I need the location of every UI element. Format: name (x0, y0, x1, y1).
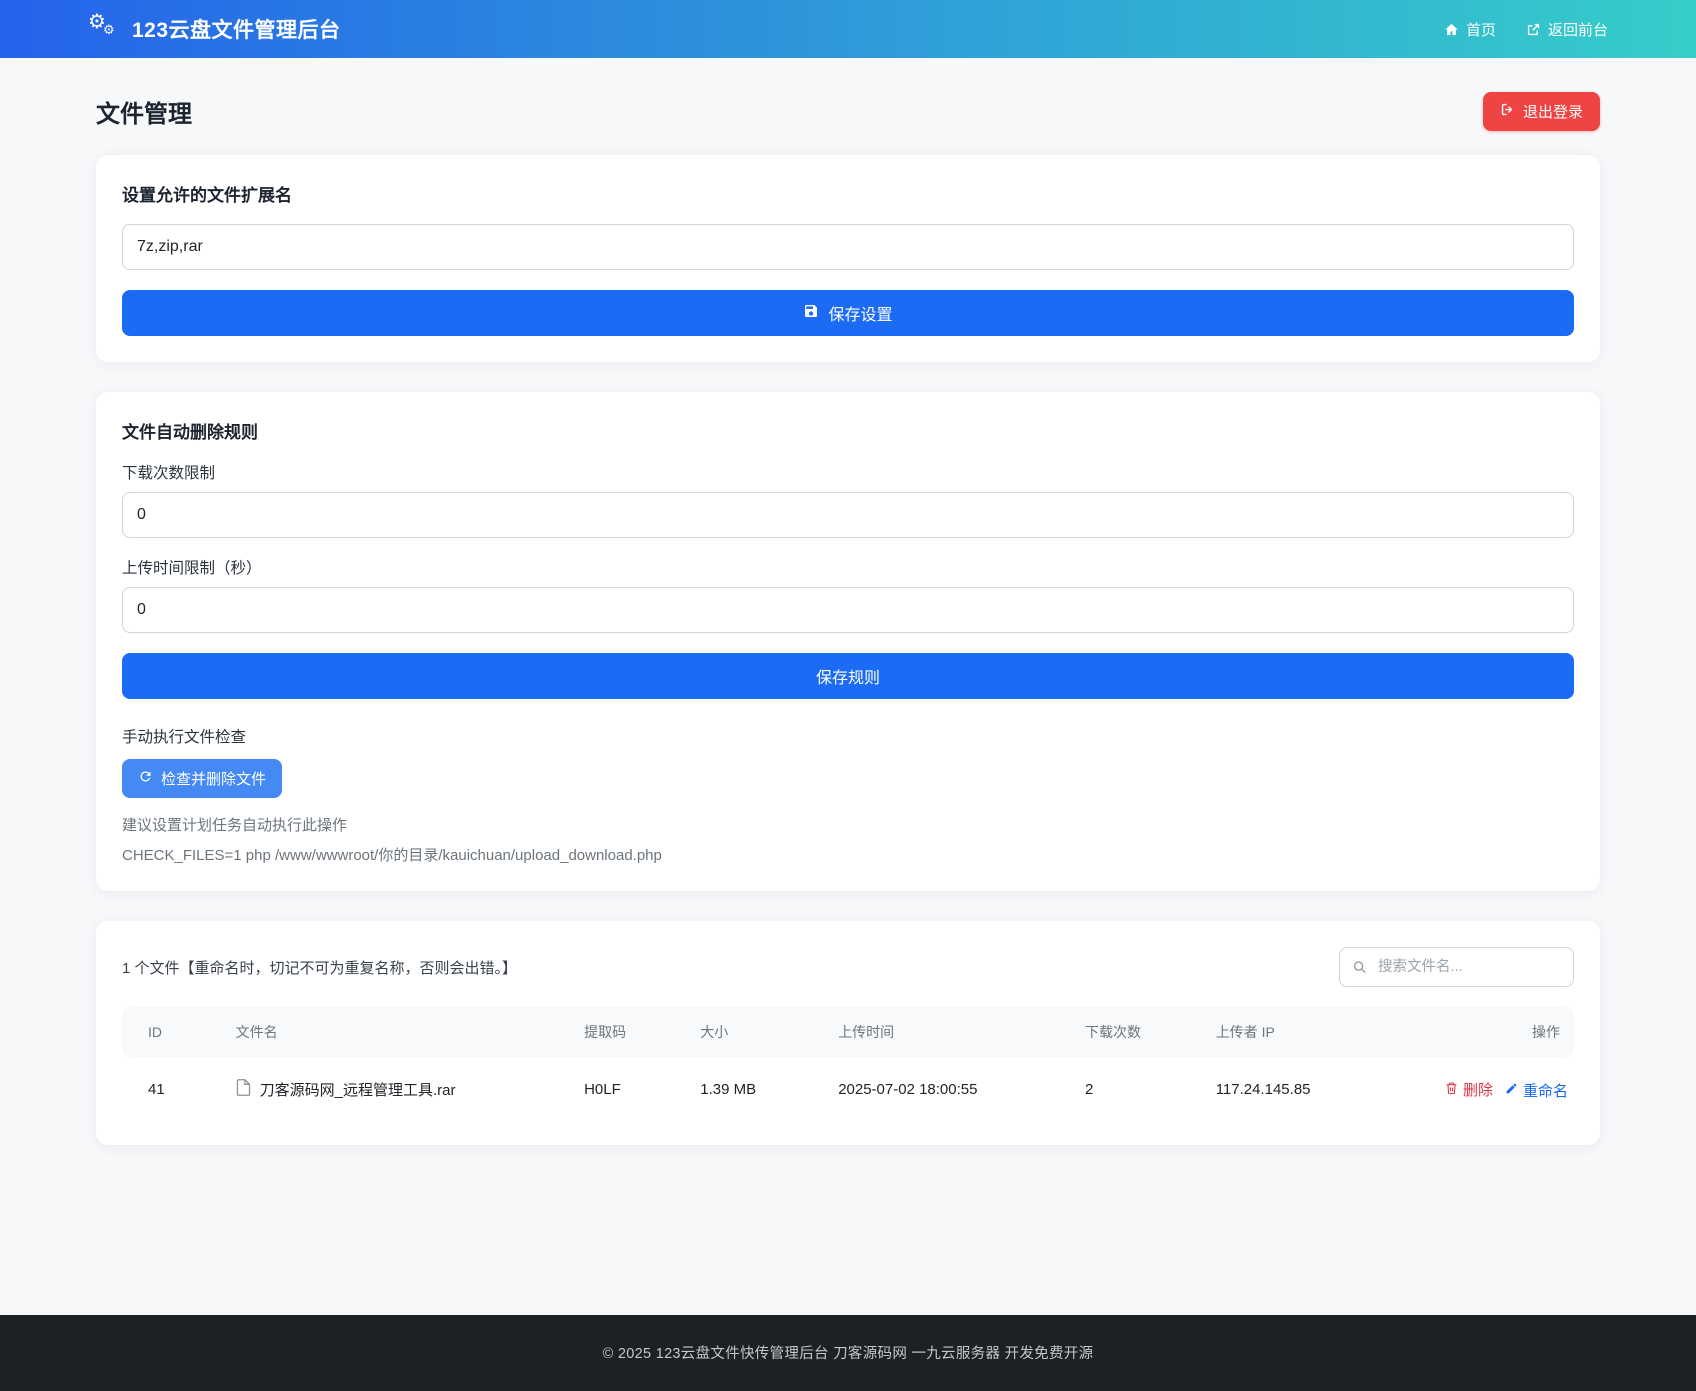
trash-icon (1445, 1081, 1458, 1099)
col-header-filename: 文件名 (223, 1007, 573, 1057)
col-header-actions: 操作 (1385, 1007, 1574, 1057)
table-row: 41 刀客源码网_远程管理工具.rar H0LF 1.39 MB 2025-07… (122, 1057, 1574, 1119)
file-icon (236, 1079, 251, 1100)
upload-time-limit-label: 上传时间限制（秒） (122, 560, 262, 577)
footer-text: © 2025 123云盘文件快传管理后台 刀客源码网 一九云服务器 开发免费开源 (602, 1346, 1094, 1362)
logout-label: 退出登录 (1522, 104, 1583, 121)
page-footer: © 2025 123云盘文件快传管理后台 刀客源码网 一九云服务器 开发免费开源 (0, 1314, 1696, 1391)
save-rules-label: 保存规则 (815, 670, 880, 687)
cell-filename: 刀客源码网_远程管理工具.rar (224, 1057, 572, 1119)
cron-command-text: CHECK_FILES=1 php /www/wwwroot/你的目录/kaui… (122, 847, 662, 864)
cell-upload-time: 2025-07-02 18:00:55 (838, 1081, 978, 1099)
cell-id: 41 (148, 1081, 165, 1099)
check-delete-files-button[interactable]: 检查并删除文件 (122, 759, 283, 798)
cell-downloads: 2 (1085, 1081, 1094, 1099)
delete-label: 删除 (1462, 1082, 1493, 1099)
page-title: 文件管理 (96, 101, 192, 128)
nav-link-back-front[interactable]: 返回前台 (1526, 19, 1608, 40)
gears-icon: ⚙ ⚙ (88, 11, 116, 37)
files-toolbar: 1 个文件【重命名时，切记不可为重复名称，否则会出错。】 (122, 947, 1574, 987)
col-header-uploader-ip: 上传者 IP (1203, 1007, 1386, 1057)
nav-link-home-label: 首页 (1465, 21, 1496, 39)
file-count-summary: 1 个文件【重命名时，切记不可为重复名称，否则会出错。】 (122, 959, 518, 977)
nav-link-home[interactable]: 首页 (1444, 19, 1496, 40)
extension-settings-card: 设置允许的文件扩展名 保存设置 (96, 155, 1600, 362)
save-settings-button[interactable]: 保存设置 (122, 290, 1574, 336)
file-name-text: 刀客源码网_远程管理工具.rar (259, 1082, 456, 1100)
top-navbar: ⚙ ⚙ 123云盘文件管理后台 首页 返回前台 (0, 0, 1696, 58)
cron-hint-text: 建议设置计划任务自动执行此操作 (122, 817, 348, 834)
manual-check-label: 手动执行文件检查 (122, 729, 247, 746)
logout-button[interactable]: 退出登录 (1482, 92, 1600, 131)
pencil-icon (1505, 1082, 1518, 1099)
cell-uploader-ip: 117.24.145.85 (1215, 1081, 1311, 1099)
app-title: 123云盘文件管理后台 (132, 19, 341, 42)
delete-file-link[interactable]: 删除 (1445, 1079, 1493, 1100)
files-table: ID 文件名 提取码 大小 上传时间 下载次数 上传者 IP 操作 41 刀客源… (122, 1007, 1574, 1119)
col-header-downloads: 下载次数 (1073, 1007, 1204, 1057)
home-icon (1444, 22, 1459, 37)
extension-settings-heading: 设置允许的文件扩展名 (122, 186, 292, 205)
table-header-row: ID 文件名 提取码 大小 上传时间 下载次数 上传者 IP 操作 (122, 1007, 1574, 1057)
save-icon (803, 303, 819, 324)
rename-label: 重命名 (1522, 1082, 1568, 1100)
download-limit-input[interactable] (122, 492, 1574, 538)
check-delete-files-label: 检查并删除文件 (161, 771, 267, 788)
col-header-size: 大小 (688, 1007, 827, 1057)
sign-out-icon (1500, 102, 1515, 121)
save-settings-label: 保存设置 (828, 307, 893, 324)
external-link-icon (1526, 22, 1541, 37)
rename-file-link[interactable]: 重命名 (1505, 1080, 1568, 1101)
download-limit-label: 下载次数限制 (122, 465, 216, 482)
allowed-extensions-input[interactable] (122, 224, 1574, 270)
save-rules-button[interactable]: 保存规则 (122, 653, 1574, 699)
main-content: 文件管理 退出登录 设置允许的文件扩展名 保存设置 文件自动删除规则 下载次数限… (0, 58, 1696, 1315)
auto-delete-rules-card: 文件自动删除规则 下载次数限制 上传时间限制（秒） 保存规则 手动执行文件检查 … (96, 392, 1600, 891)
refresh-icon (138, 769, 153, 788)
file-list-card: 1 个文件【重命名时，切记不可为重复名称，否则会出错。】 ID 文件名 提取码 … (96, 921, 1600, 1145)
navbar-links: 首页 返回前台 (1444, 19, 1608, 40)
upload-time-limit-input[interactable] (122, 587, 1574, 633)
nav-link-back-label: 返回前台 (1547, 21, 1608, 39)
cell-actions: 删除 重命名 (1385, 1057, 1574, 1119)
cell-size: 1.39 MB (700, 1081, 757, 1099)
search-box (1339, 947, 1574, 987)
app-brand: ⚙ ⚙ 123云盘文件管理后台 (88, 11, 341, 44)
col-header-upload-time: 上传时间 (826, 1007, 1074, 1057)
cell-code: H0LF (584, 1081, 621, 1099)
search-input[interactable] (1339, 947, 1574, 987)
col-header-code: 提取码 (572, 1007, 689, 1057)
auto-delete-rules-heading: 文件自动删除规则 (122, 423, 258, 442)
page-header: 文件管理 退出登录 (96, 92, 1600, 131)
col-header-id: ID (122, 1007, 224, 1057)
